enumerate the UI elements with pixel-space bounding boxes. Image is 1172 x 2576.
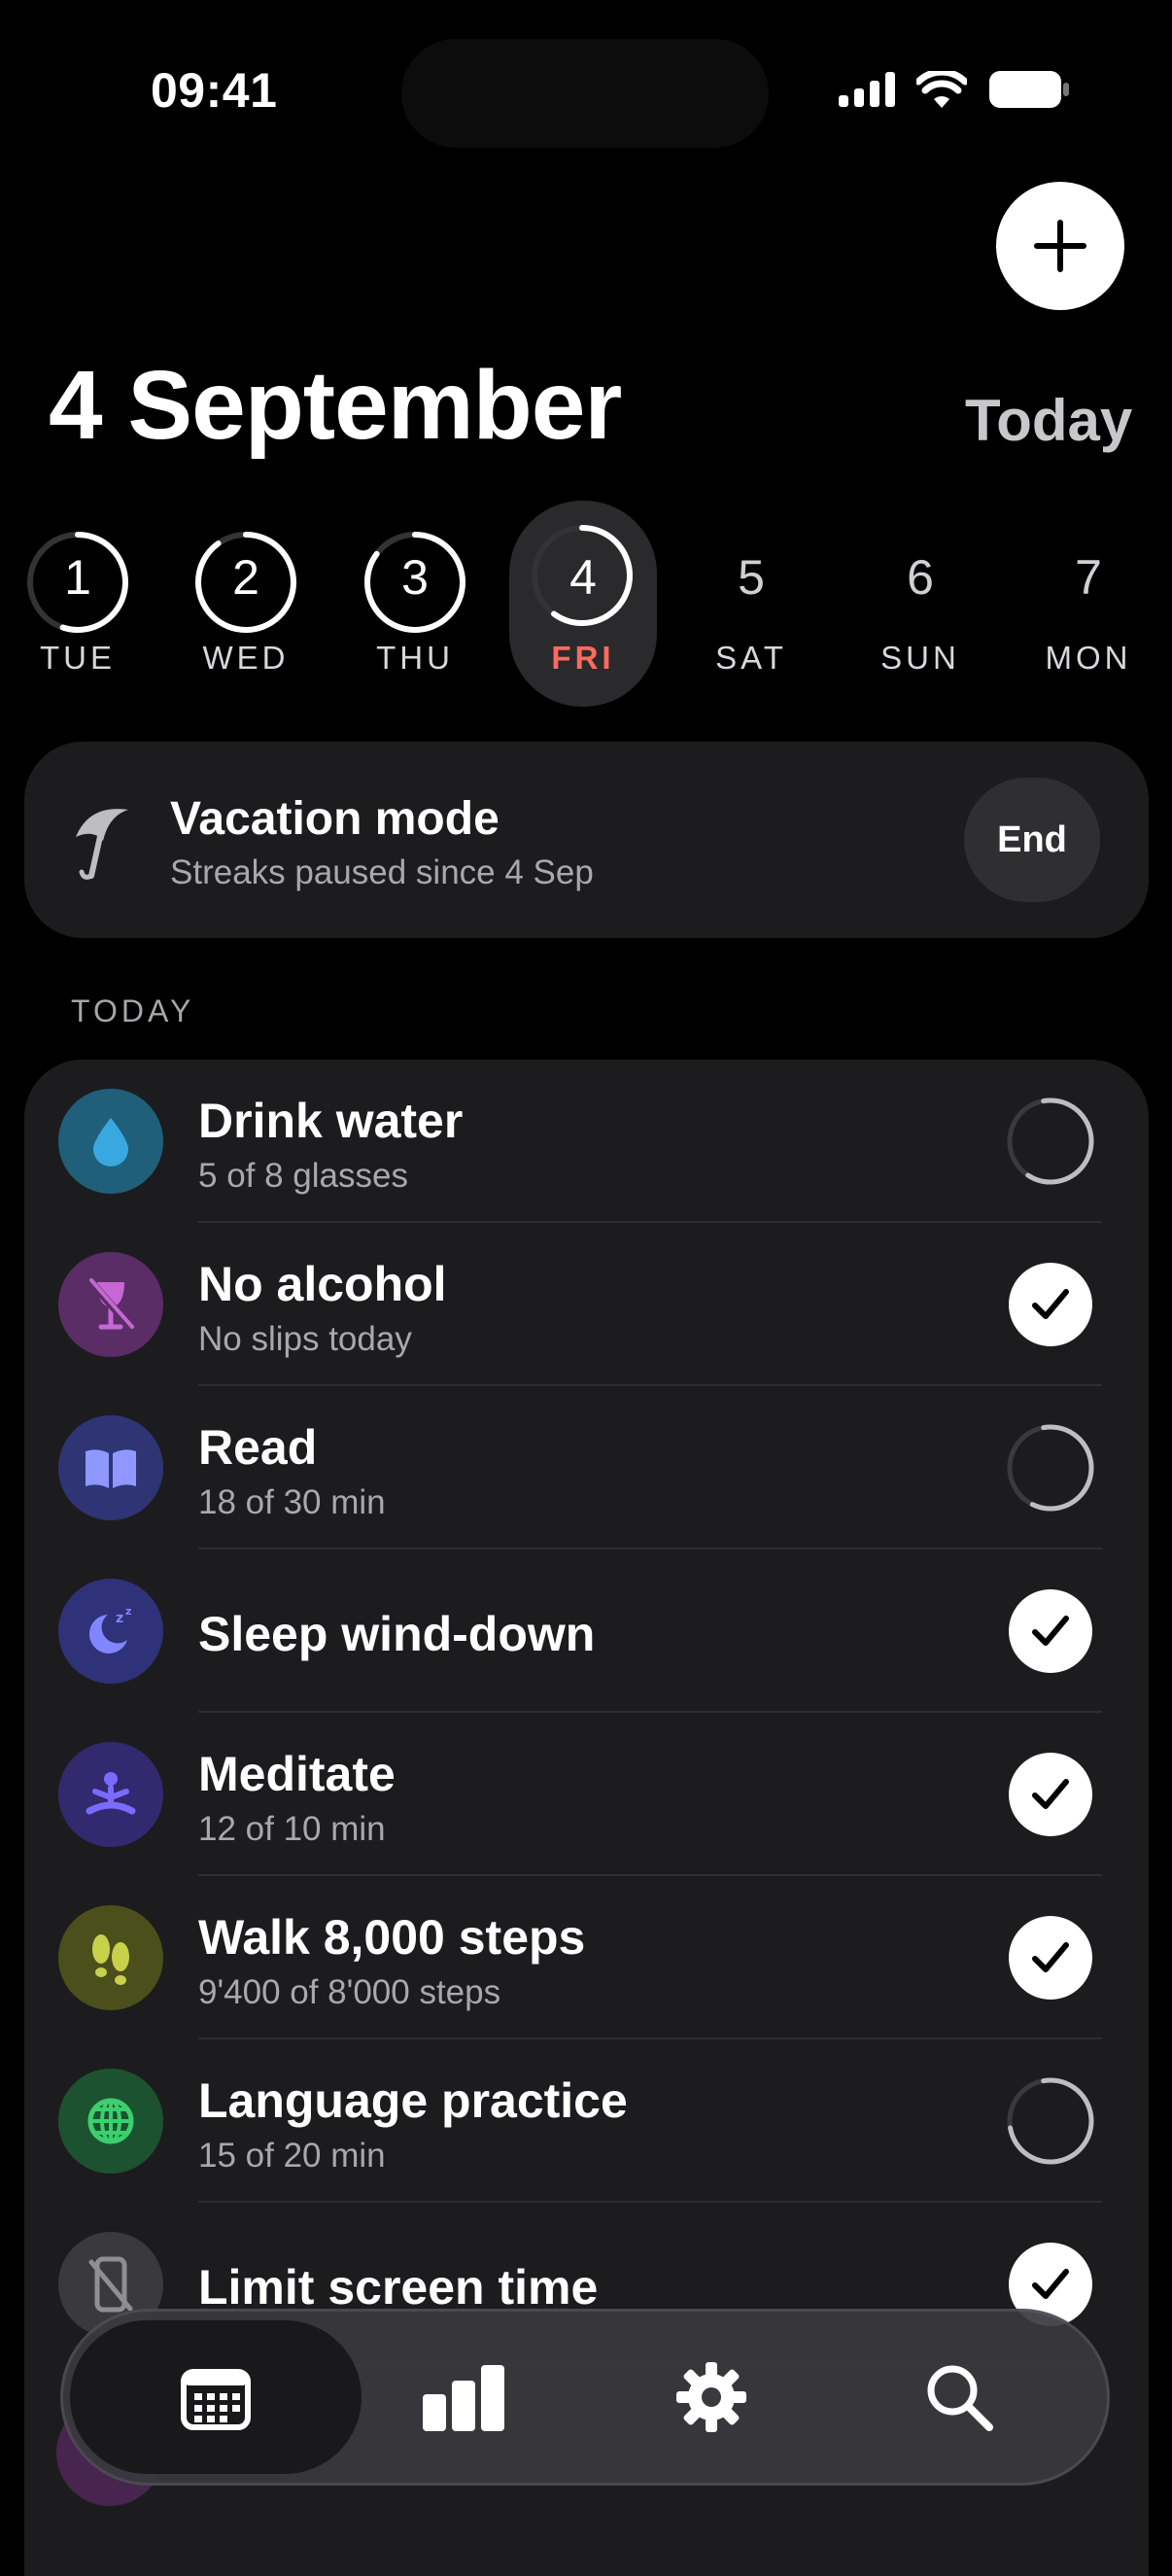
checkmark-icon xyxy=(1009,1916,1092,2000)
habit-row[interactable]: z z Sleep wind-down xyxy=(24,1549,1149,1713)
habit-progress-text: 9'400 of 8'000 steps xyxy=(198,1973,501,2011)
day-number: 3 xyxy=(401,550,429,605)
tab-search[interactable] xyxy=(828,2309,1090,2486)
day-tue[interactable]: 1 TUE xyxy=(5,496,151,710)
day-name: THU xyxy=(376,640,454,676)
habit-progress-text: No slips today xyxy=(198,1320,412,1358)
habit-name: Walk 8,000 steps xyxy=(198,1910,586,1965)
day-name: FRI xyxy=(551,640,615,676)
no-alcohol-icon xyxy=(58,1252,163,1357)
habit-row[interactable]: Read 18 of 30 min xyxy=(24,1386,1149,1549)
day-number: 6 xyxy=(907,550,934,605)
habit-progress-ring[interactable] xyxy=(1006,1423,1095,1513)
day-mon[interactable]: 7 MON xyxy=(1016,496,1161,710)
battery-icon xyxy=(989,71,1069,108)
habit-done-checkbox[interactable] xyxy=(1006,1750,1095,1839)
habit-row[interactable]: Language practice 15 of 20 min xyxy=(24,2039,1149,2203)
vacation-title: Vacation mode xyxy=(170,793,500,845)
day-number: 7 xyxy=(1075,550,1102,605)
add-habit-button[interactable] xyxy=(996,182,1124,310)
habit-name: Language practice xyxy=(198,2073,628,2128)
section-label: TODAY xyxy=(71,993,195,1028)
calendar-icon xyxy=(181,2369,251,2430)
habit-done-checkbox[interactable] xyxy=(1006,1586,1095,1676)
water-drop-icon xyxy=(58,1089,163,1194)
day-sun[interactable]: 6 SUN xyxy=(847,496,993,710)
footsteps-icon xyxy=(58,1905,163,2010)
today-button[interactable]: Today xyxy=(965,387,1132,454)
wifi-icon xyxy=(916,71,967,108)
habit-progress-text: 15 of 20 min xyxy=(198,2137,386,2175)
page-title: 4 September xyxy=(49,351,622,460)
checkmark-icon xyxy=(1009,1263,1092,1346)
progress-ring-icon xyxy=(1007,1424,1094,1512)
day-fri[interactable]: 4 FRI xyxy=(509,501,657,707)
habit-row[interactable]: No alcohol No slips today xyxy=(24,1223,1149,1386)
day-wed[interactable]: 2 WED xyxy=(173,496,319,710)
day-name: SAT xyxy=(715,640,787,676)
umbrella-icon xyxy=(76,809,128,880)
progress-ring-icon xyxy=(1007,1097,1094,1185)
tab-statistics[interactable] xyxy=(332,2309,595,2486)
day-number: 1 xyxy=(64,550,91,605)
day-number: 2 xyxy=(232,550,259,605)
day-sat[interactable]: 5 SAT xyxy=(678,496,824,710)
habit-row[interactable]: Meditate 12 of 10 min xyxy=(24,1713,1149,1876)
habit-name: Meditate xyxy=(198,1747,396,1801)
tab-bar xyxy=(60,2309,1110,2486)
dynamic-island xyxy=(401,39,769,148)
end-vacation-button[interactable]: End xyxy=(964,778,1100,902)
habit-done-checkbox[interactable] xyxy=(1006,1913,1095,2002)
day-number: 4 xyxy=(569,550,597,605)
habit-progress-text: 5 of 8 glasses xyxy=(198,1157,408,1195)
habit-name: Limit screen time xyxy=(198,2260,599,2315)
search-icon xyxy=(927,2365,993,2431)
vacation-subtitle: Streaks paused since 4 Sep xyxy=(170,853,594,891)
status-time: 09:41 xyxy=(151,63,278,118)
stats-icon xyxy=(423,2365,504,2431)
meditate-icon xyxy=(58,1742,163,1847)
habit-name: No alcohol xyxy=(198,1257,447,1311)
checkmark-icon xyxy=(1009,1753,1092,1836)
day-number: 5 xyxy=(738,550,765,605)
habit-row[interactable]: Walk 8,000 steps 9'400 of 8'000 steps xyxy=(24,1876,1149,2039)
day-name: TUE xyxy=(40,640,116,676)
gear-icon xyxy=(676,2362,746,2432)
tab-settings[interactable] xyxy=(580,2309,843,2486)
habit-done-checkbox[interactable] xyxy=(1006,1260,1095,1349)
status-icons xyxy=(839,70,1070,109)
svg-text:z: z xyxy=(125,1605,131,1618)
svg-text:z: z xyxy=(116,1611,123,1626)
habit-name: Read xyxy=(198,1420,318,1475)
habit-name: Drink water xyxy=(198,1094,464,1148)
moon-sleep-icon: zz xyxy=(58,1579,163,1684)
book-icon xyxy=(58,1415,163,1520)
habit-progress-ring[interactable] xyxy=(1006,1097,1095,1186)
habit-name: Sleep wind-down xyxy=(198,1607,596,1661)
checkmark-icon xyxy=(1009,1589,1092,1673)
day-thu[interactable]: 3 THU xyxy=(342,496,488,710)
day-name: MON xyxy=(1045,640,1132,676)
day-name: WED xyxy=(202,640,290,676)
habit-progress-text: 18 of 30 min xyxy=(198,1483,386,1521)
day-name: SUN xyxy=(880,640,960,676)
globe-icon xyxy=(58,2069,163,2174)
habit-row[interactable]: Drink water 5 of 8 glasses xyxy=(24,1060,1149,1223)
plus-icon xyxy=(1034,220,1086,272)
habit-progress-text: 12 of 10 min xyxy=(198,1810,386,1848)
cellular-signal-icon xyxy=(839,72,895,107)
habit-progress-ring[interactable] xyxy=(1006,2076,1095,2166)
tab-calendar[interactable] xyxy=(70,2320,362,2474)
progress-ring-icon xyxy=(1007,2077,1094,2165)
